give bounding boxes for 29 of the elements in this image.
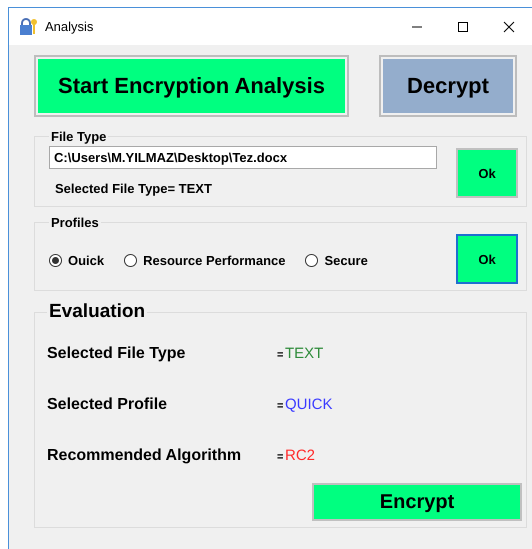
lock-key-icon (19, 18, 39, 36)
encrypt-button[interactable]: Encrypt (312, 483, 522, 521)
evaluation-label: Recommended Algorithm (47, 447, 242, 465)
group-title: Profiles (50, 215, 100, 230)
radio-label[interactable]: Ouick (68, 252, 104, 268)
evaluation-value: RC2 (285, 447, 316, 464)
radio-label[interactable]: Secure (324, 252, 368, 268)
selected-file-type-text: Selected File Type= TEXT (55, 181, 212, 196)
evaluation-label: Selected File Type (47, 345, 186, 363)
decrypt-button[interactable]: Decrypt (379, 55, 517, 117)
equals-sign: = (277, 400, 284, 412)
ok-button[interactable]: Ok (456, 148, 518, 198)
radio-button[interactable] (305, 254, 318, 266)
radio-label[interactable]: Resource Performance (143, 252, 286, 268)
evaluation-value: QUICK (285, 396, 333, 413)
start-analysis-button[interactable]: Start Encryption Analysis (34, 55, 349, 117)
equals-sign: = (277, 451, 284, 463)
evaluation-value: TEXT (285, 345, 324, 362)
evaluation-title: Evaluation (48, 301, 146, 323)
file-path-field[interactable]: C:\Users\M.YILMAZ\Desktop\Tez.docx (49, 146, 437, 169)
close-icon[interactable] (503, 20, 515, 32)
radio-button[interactable] (49, 254, 62, 266)
equals-sign: = (277, 349, 284, 361)
ok-button[interactable]: Ok (456, 234, 518, 284)
window-title: Analysis (45, 19, 94, 34)
evaluation-label: Selected Profile (47, 396, 168, 414)
maximize-icon[interactable] (457, 20, 469, 32)
group-title: File Type (50, 129, 108, 144)
radio-button[interactable] (124, 254, 138, 266)
